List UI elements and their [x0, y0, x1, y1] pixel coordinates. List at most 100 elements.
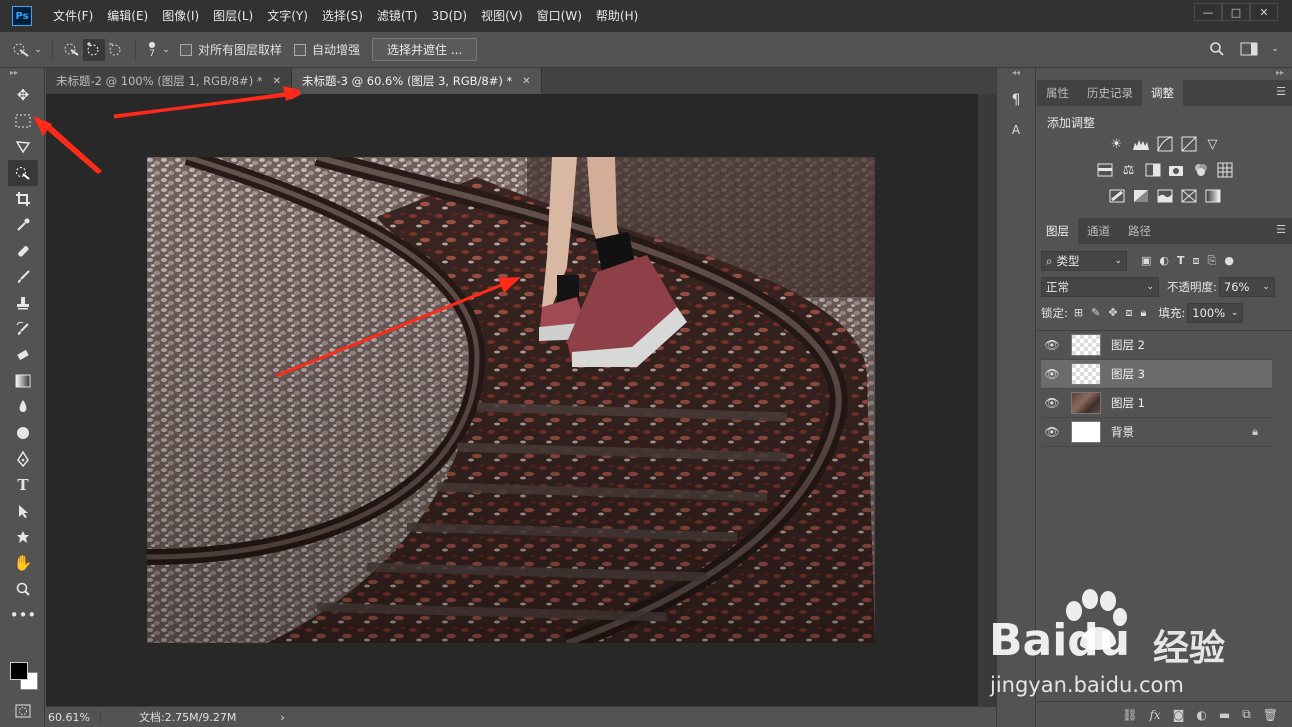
gradient-tool-icon[interactable]: [8, 368, 38, 394]
lock-transparent-icon[interactable]: ⊞: [1074, 306, 1083, 320]
filter-type-icon[interactable]: T: [1177, 254, 1185, 268]
chevron-down-icon[interactable]: ⌄: [1270, 38, 1280, 60]
menu-item[interactable]: 图像(I): [155, 0, 206, 32]
eraser-tool-icon[interactable]: [8, 342, 38, 368]
tab-adjustments[interactable]: 调整: [1142, 80, 1183, 106]
black-white-icon[interactable]: [1144, 161, 1162, 179]
filter-pixel-icon[interactable]: ▣: [1141, 254, 1151, 268]
lock-artboard-icon[interactable]: ⧈: [1126, 306, 1133, 320]
layer-row[interactable]: 👁︎ 图层 3: [1041, 360, 1272, 389]
layer-name[interactable]: 背景: [1111, 424, 1252, 440]
auto-enhance-checkbox[interactable]: [294, 43, 307, 56]
zoom-tool-icon[interactable]: [8, 576, 38, 602]
layer-style-icon[interactable]: fx: [1149, 708, 1160, 722]
sample-all-layers-checkbox[interactable]: [180, 43, 192, 56]
tab-document-3[interactable]: 未标题-3 @ 60.6% (图层 3, RGB/8#) * ✕: [291, 68, 542, 94]
filter-toggle-icon[interactable]: ●: [1224, 254, 1234, 268]
color-balance-icon[interactable]: ⚖: [1120, 161, 1138, 179]
link-layers-icon[interactable]: ⛓: [1122, 708, 1137, 722]
hue-saturation-icon[interactable]: [1096, 161, 1114, 179]
type-tool-icon[interactable]: T: [8, 472, 38, 498]
foreground-color-swatch[interactable]: [10, 662, 28, 680]
visibility-eye-icon[interactable]: 👁︎: [1041, 425, 1063, 439]
collapse-arrows-icon[interactable]: ◂◂: [997, 68, 1035, 82]
menu-item[interactable]: 3D(D): [425, 0, 474, 32]
tab-layers[interactable]: 图层: [1037, 218, 1078, 244]
workspace-icon[interactable]: [1238, 38, 1260, 60]
quick-mask-icon[interactable]: [8, 698, 38, 724]
character-icon[interactable]: A: [1004, 118, 1028, 142]
more-tools-icon[interactable]: •••: [8, 602, 38, 628]
pen-tool-icon[interactable]: [8, 446, 38, 472]
document-canvas-area[interactable]: [46, 94, 978, 706]
crop-tool-icon[interactable]: [8, 186, 38, 212]
color-lookup-icon[interactable]: [1216, 161, 1234, 179]
new-layer-icon[interactable]: ⧉: [1242, 707, 1251, 722]
layer-name[interactable]: 图层 2: [1111, 337, 1272, 353]
posterize-icon[interactable]: [1132, 187, 1150, 205]
blend-mode-select[interactable]: 正常 ⌄: [1041, 277, 1159, 297]
hand-tool-icon[interactable]: ✋: [8, 550, 38, 576]
photo-filter-icon[interactable]: [1168, 161, 1186, 179]
tab-history[interactable]: 历史记录: [1078, 80, 1142, 106]
menu-item[interactable]: 文字(Y): [260, 0, 315, 32]
clone-stamp-tool-icon[interactable]: [8, 290, 38, 316]
menu-item[interactable]: 视图(V): [474, 0, 530, 32]
chevron-down-icon[interactable]: ⌄: [160, 39, 172, 61]
new-group-icon[interactable]: ▬: [1219, 708, 1230, 722]
layer-row[interactable]: 👁︎ 图层 2: [1041, 331, 1272, 360]
tab-properties[interactable]: 属性: [1037, 80, 1078, 106]
levels-icon[interactable]: [1132, 135, 1150, 153]
new-selection-icon[interactable]: [61, 39, 83, 61]
minimize-button[interactable]: —: [1194, 3, 1222, 21]
layer-row[interactable]: 👁︎ 图层 1: [1041, 389, 1272, 418]
vertical-scrollbar[interactable]: [978, 94, 996, 706]
paragraph-icon[interactable]: ¶: [1004, 88, 1028, 112]
menu-item[interactable]: 滤镜(T): [370, 0, 425, 32]
delete-layer-icon[interactable]: 🗑︎: [1263, 708, 1278, 722]
layer-filter-select[interactable]: ⌕ 类型 ⌄: [1041, 251, 1127, 271]
eyedropper-tool-icon[interactable]: [8, 212, 38, 238]
layer-name[interactable]: 图层 3: [1111, 366, 1272, 382]
invert-icon[interactable]: [1108, 187, 1126, 205]
blur-tool-icon[interactable]: [8, 394, 38, 420]
layer-name[interactable]: 图层 1: [1111, 395, 1272, 411]
fill-field[interactable]: 100% ⌄: [1187, 303, 1244, 323]
menu-item[interactable]: 图层(L): [206, 0, 260, 32]
history-brush-tool-icon[interactable]: [8, 316, 38, 342]
tab-channels[interactable]: 通道: [1078, 218, 1119, 244]
tab-paths[interactable]: 路径: [1119, 218, 1160, 244]
quick-select-brush-icon[interactable]: [10, 39, 32, 61]
select-and-mask-button[interactable]: 选择并遮住 ...: [372, 38, 478, 61]
menu-item[interactable]: 窗口(W): [530, 0, 589, 32]
exposure-icon[interactable]: [1180, 135, 1198, 153]
close-window-button[interactable]: ✕: [1250, 3, 1278, 21]
opacity-field[interactable]: 76% ⌄: [1218, 277, 1275, 297]
status-menu-arrow-icon[interactable]: ›: [280, 711, 284, 724]
add-to-selection-icon[interactable]: [83, 38, 105, 61]
menu-item[interactable]: 选择(S): [315, 0, 370, 32]
collapse-arrows-icon[interactable]: ▸▸: [1037, 68, 1292, 80]
custom-shape-tool-icon[interactable]: [8, 524, 38, 550]
visibility-eye-icon[interactable]: 👁︎: [1041, 338, 1063, 352]
visibility-eye-icon[interactable]: 👁︎: [1041, 367, 1063, 381]
zoom-level[interactable]: 60.61%: [46, 710, 101, 724]
add-mask-icon[interactable]: ◙: [1173, 708, 1185, 722]
path-selection-tool-icon[interactable]: [8, 498, 38, 524]
chevron-down-icon[interactable]: ⌄: [32, 39, 44, 61]
search-icon[interactable]: [1206, 38, 1228, 60]
curves-icon[interactable]: [1156, 135, 1174, 153]
menu-item[interactable]: 编辑(E): [100, 0, 155, 32]
selective-color-icon[interactable]: [1180, 187, 1198, 205]
brush-size-picker[interactable]: ● 7: [144, 39, 160, 61]
gradient-map-icon[interactable]: [1204, 187, 1222, 205]
close-tab-icon[interactable]: ✕: [522, 76, 530, 87]
visibility-eye-icon[interactable]: 👁︎: [1041, 396, 1063, 410]
layer-row[interactable]: 👁︎ 背景 🔒︎: [1041, 418, 1272, 447]
filter-smart-object-icon[interactable]: ⎘: [1208, 254, 1217, 268]
restore-button[interactable]: □: [1222, 3, 1250, 21]
lock-all-icon[interactable]: 🔒︎: [1141, 306, 1147, 320]
channel-mixer-icon[interactable]: [1192, 161, 1210, 179]
dodge-tool-icon[interactable]: [8, 420, 38, 446]
color-swatches[interactable]: [8, 660, 40, 694]
